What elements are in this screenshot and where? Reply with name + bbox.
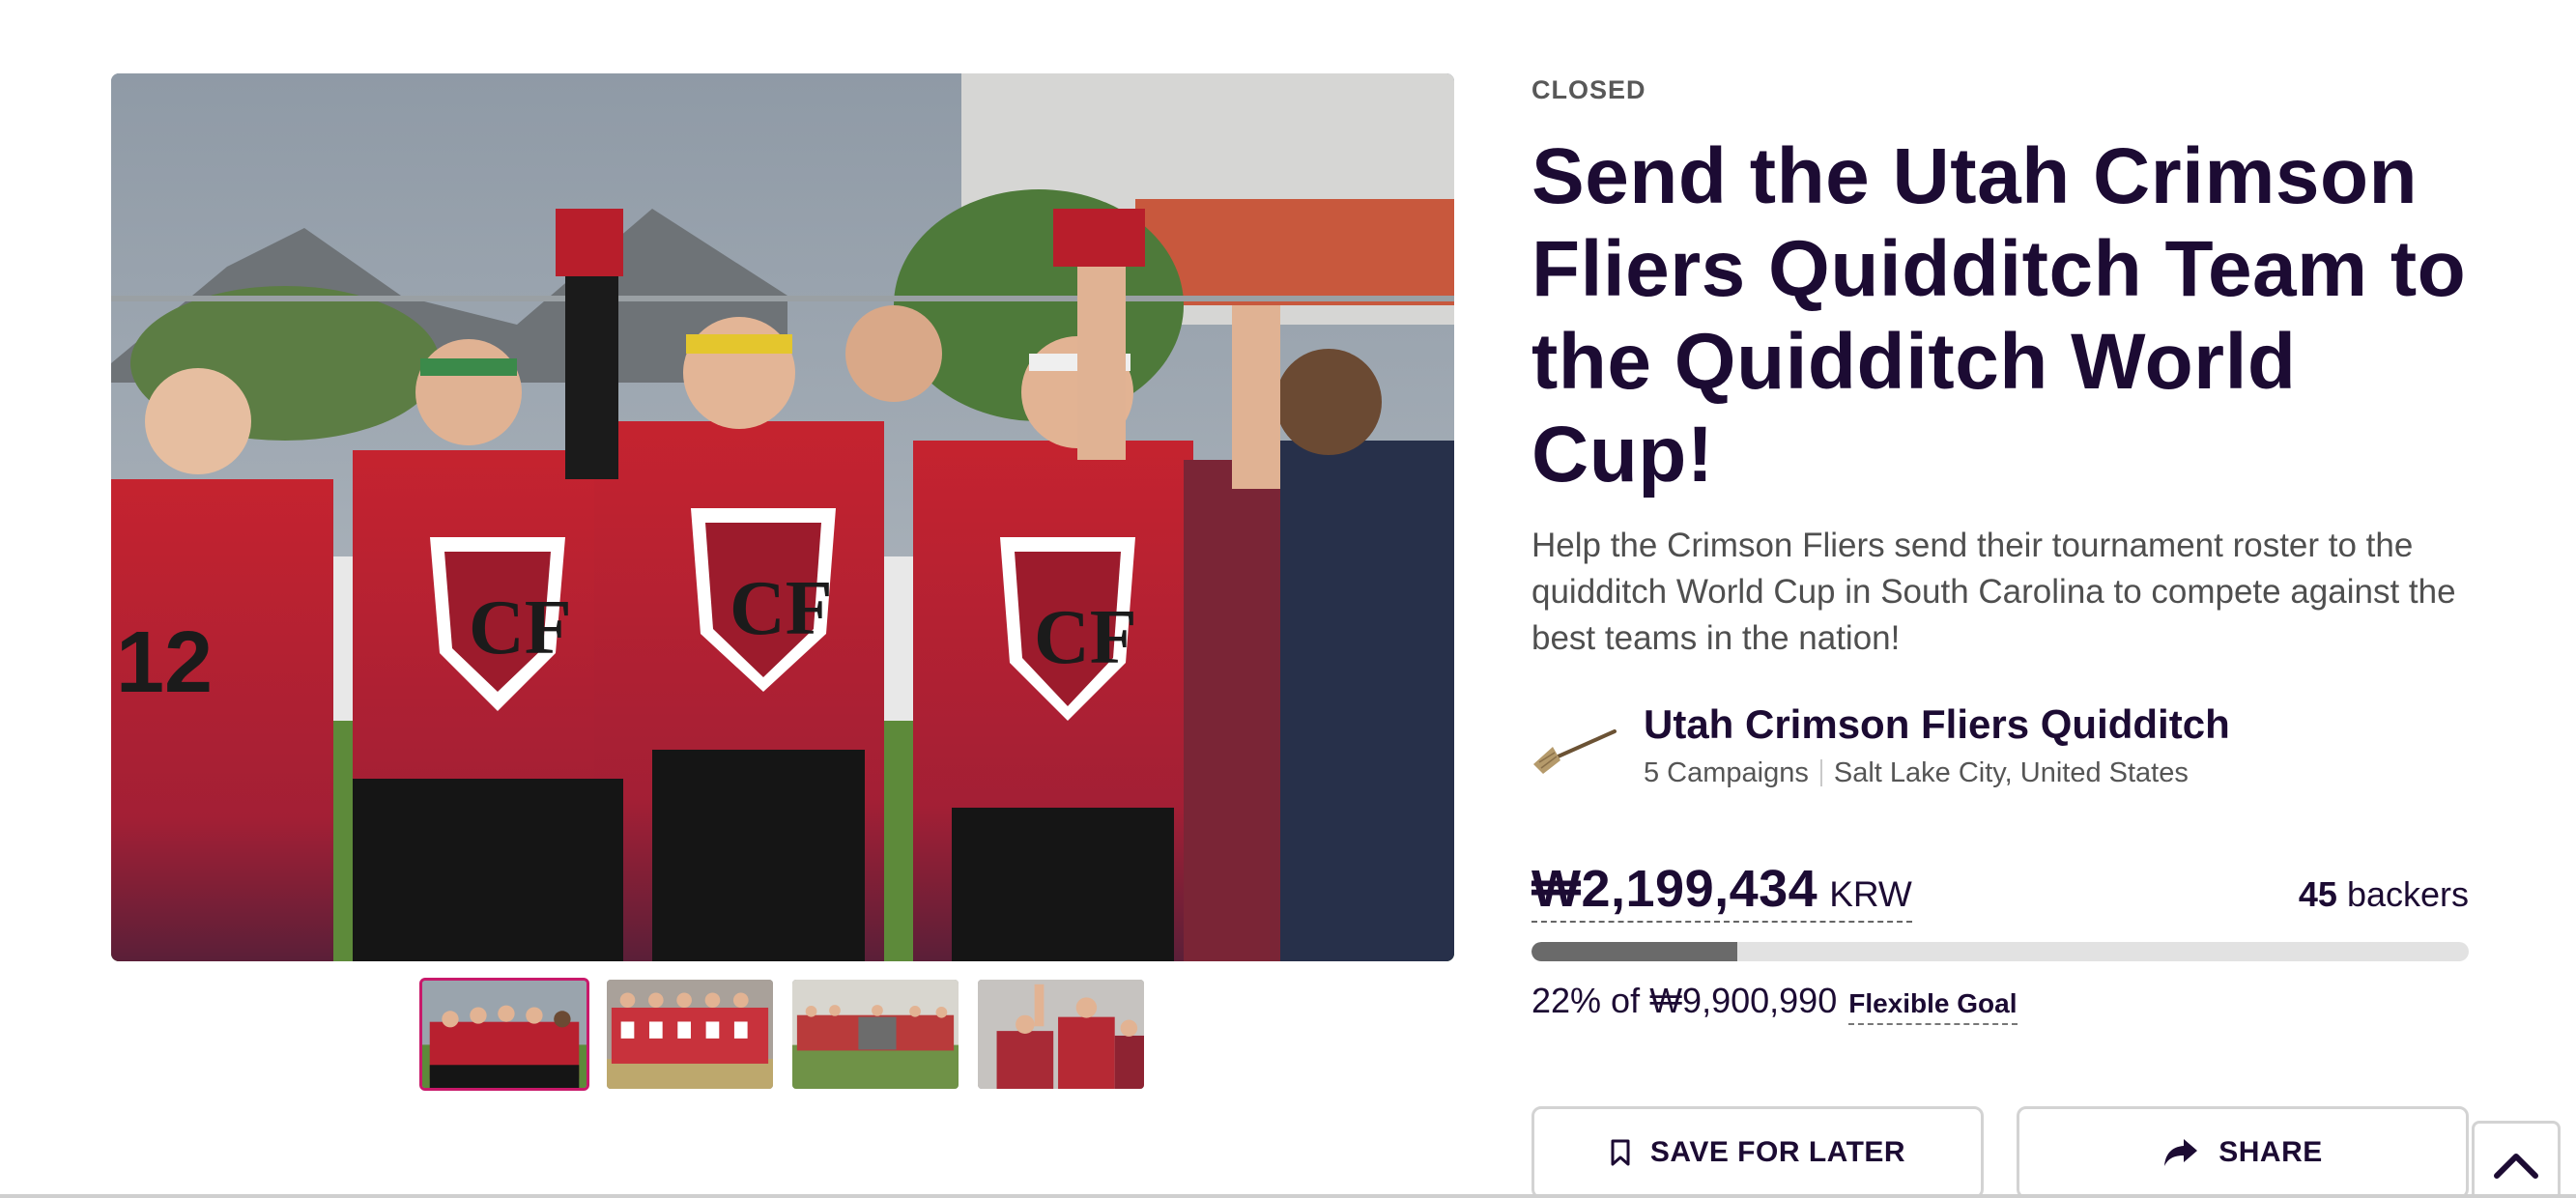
campaign-owner: Utah Crimson Fliers Quidditch 5 Campaign… [1531,700,2469,791]
share-button[interactable]: SHARE [2017,1106,2469,1198]
campaign-title: Send the Utah Crimson Fliers Quidditch T… [1531,132,2467,499]
thumbnail-4[interactable] [976,978,1146,1091]
svg-text:CF: CF [730,566,833,651]
owner-location: Salt Lake City, United States [1833,757,2189,788]
goal-percent-text: 22% of ₩9,900,990 [1531,981,1838,1020]
funding-progress-bar [1531,942,2469,961]
thumbnail-1[interactable] [419,978,589,1091]
funding-goal: 22% of ₩9,900,990 Flexible Goal [1531,981,2469,1025]
save-for-later-label: SAVE FOR LATER [1649,1136,1906,1168]
svg-text:12: 12 [116,614,213,711]
thumb-team-celebration [422,981,587,1088]
owner-meta: 5 Campaigns Salt Lake City, United State… [1644,755,2230,791]
scroll-to-top-button[interactable] [2472,1121,2561,1198]
backers-label: backers [2346,874,2469,914]
svg-text:CF: CF [469,585,572,670]
owner-campaign-count[interactable]: 5 Campaigns [1644,755,1809,791]
bookmark-icon [1611,1139,1630,1166]
amount-raised-value: ₩2,199,434 [1531,860,1818,918]
amount-currency: KRW [1829,874,1912,914]
flexible-goal-tooltip-trigger[interactable]: Flexible Goal [1848,988,2018,1025]
meta-divider [1819,759,1822,786]
chevron-up-icon [2494,1154,2538,1179]
backers-number: 45 [2298,874,2337,914]
funding-progress-fill [1531,942,1738,961]
team-celebration-photo: CF CF CF 12 [111,73,1454,961]
broom-icon[interactable] [1531,718,1620,776]
thumb-team-lineup [607,980,773,1089]
thumb-team-field [792,980,959,1089]
save-for-later-button[interactable]: SAVE FOR LATER [1531,1106,1984,1198]
svg-text:CF: CF [1034,595,1137,680]
thumbnail-3[interactable] [790,978,960,1091]
campaign-status-badge: CLOSED [1531,75,1646,104]
thumbnail-2[interactable] [605,978,775,1091]
share-label: SHARE [2218,1136,2323,1168]
amount-raised[interactable]: ₩2,199,434 KRW [1531,859,1912,923]
share-arrow-icon [2164,1139,2198,1166]
campaign-subtitle: Help the Crimson Fliers send their tourn… [1531,527,2456,657]
campaign-info-panel: CLOSED Send the Utah Crimson Fliers Quid… [1531,77,2469,1198]
campaign-actions: SAVE FOR LATER SHARE [1531,1106,2469,1198]
main-campaign-image[interactable]: CF CF CF 12 [111,73,1454,961]
section-divider [0,1194,2576,1198]
backers-count: 45 backers [2299,874,2469,923]
thumbnail-strip [419,978,1146,1092]
owner-name-link[interactable]: Utah Crimson Fliers Quidditch [1644,700,2230,749]
funding-summary: ₩2,199,434 KRW 45 backers [1531,859,2469,923]
thumb-team-cheer [978,980,1144,1089]
